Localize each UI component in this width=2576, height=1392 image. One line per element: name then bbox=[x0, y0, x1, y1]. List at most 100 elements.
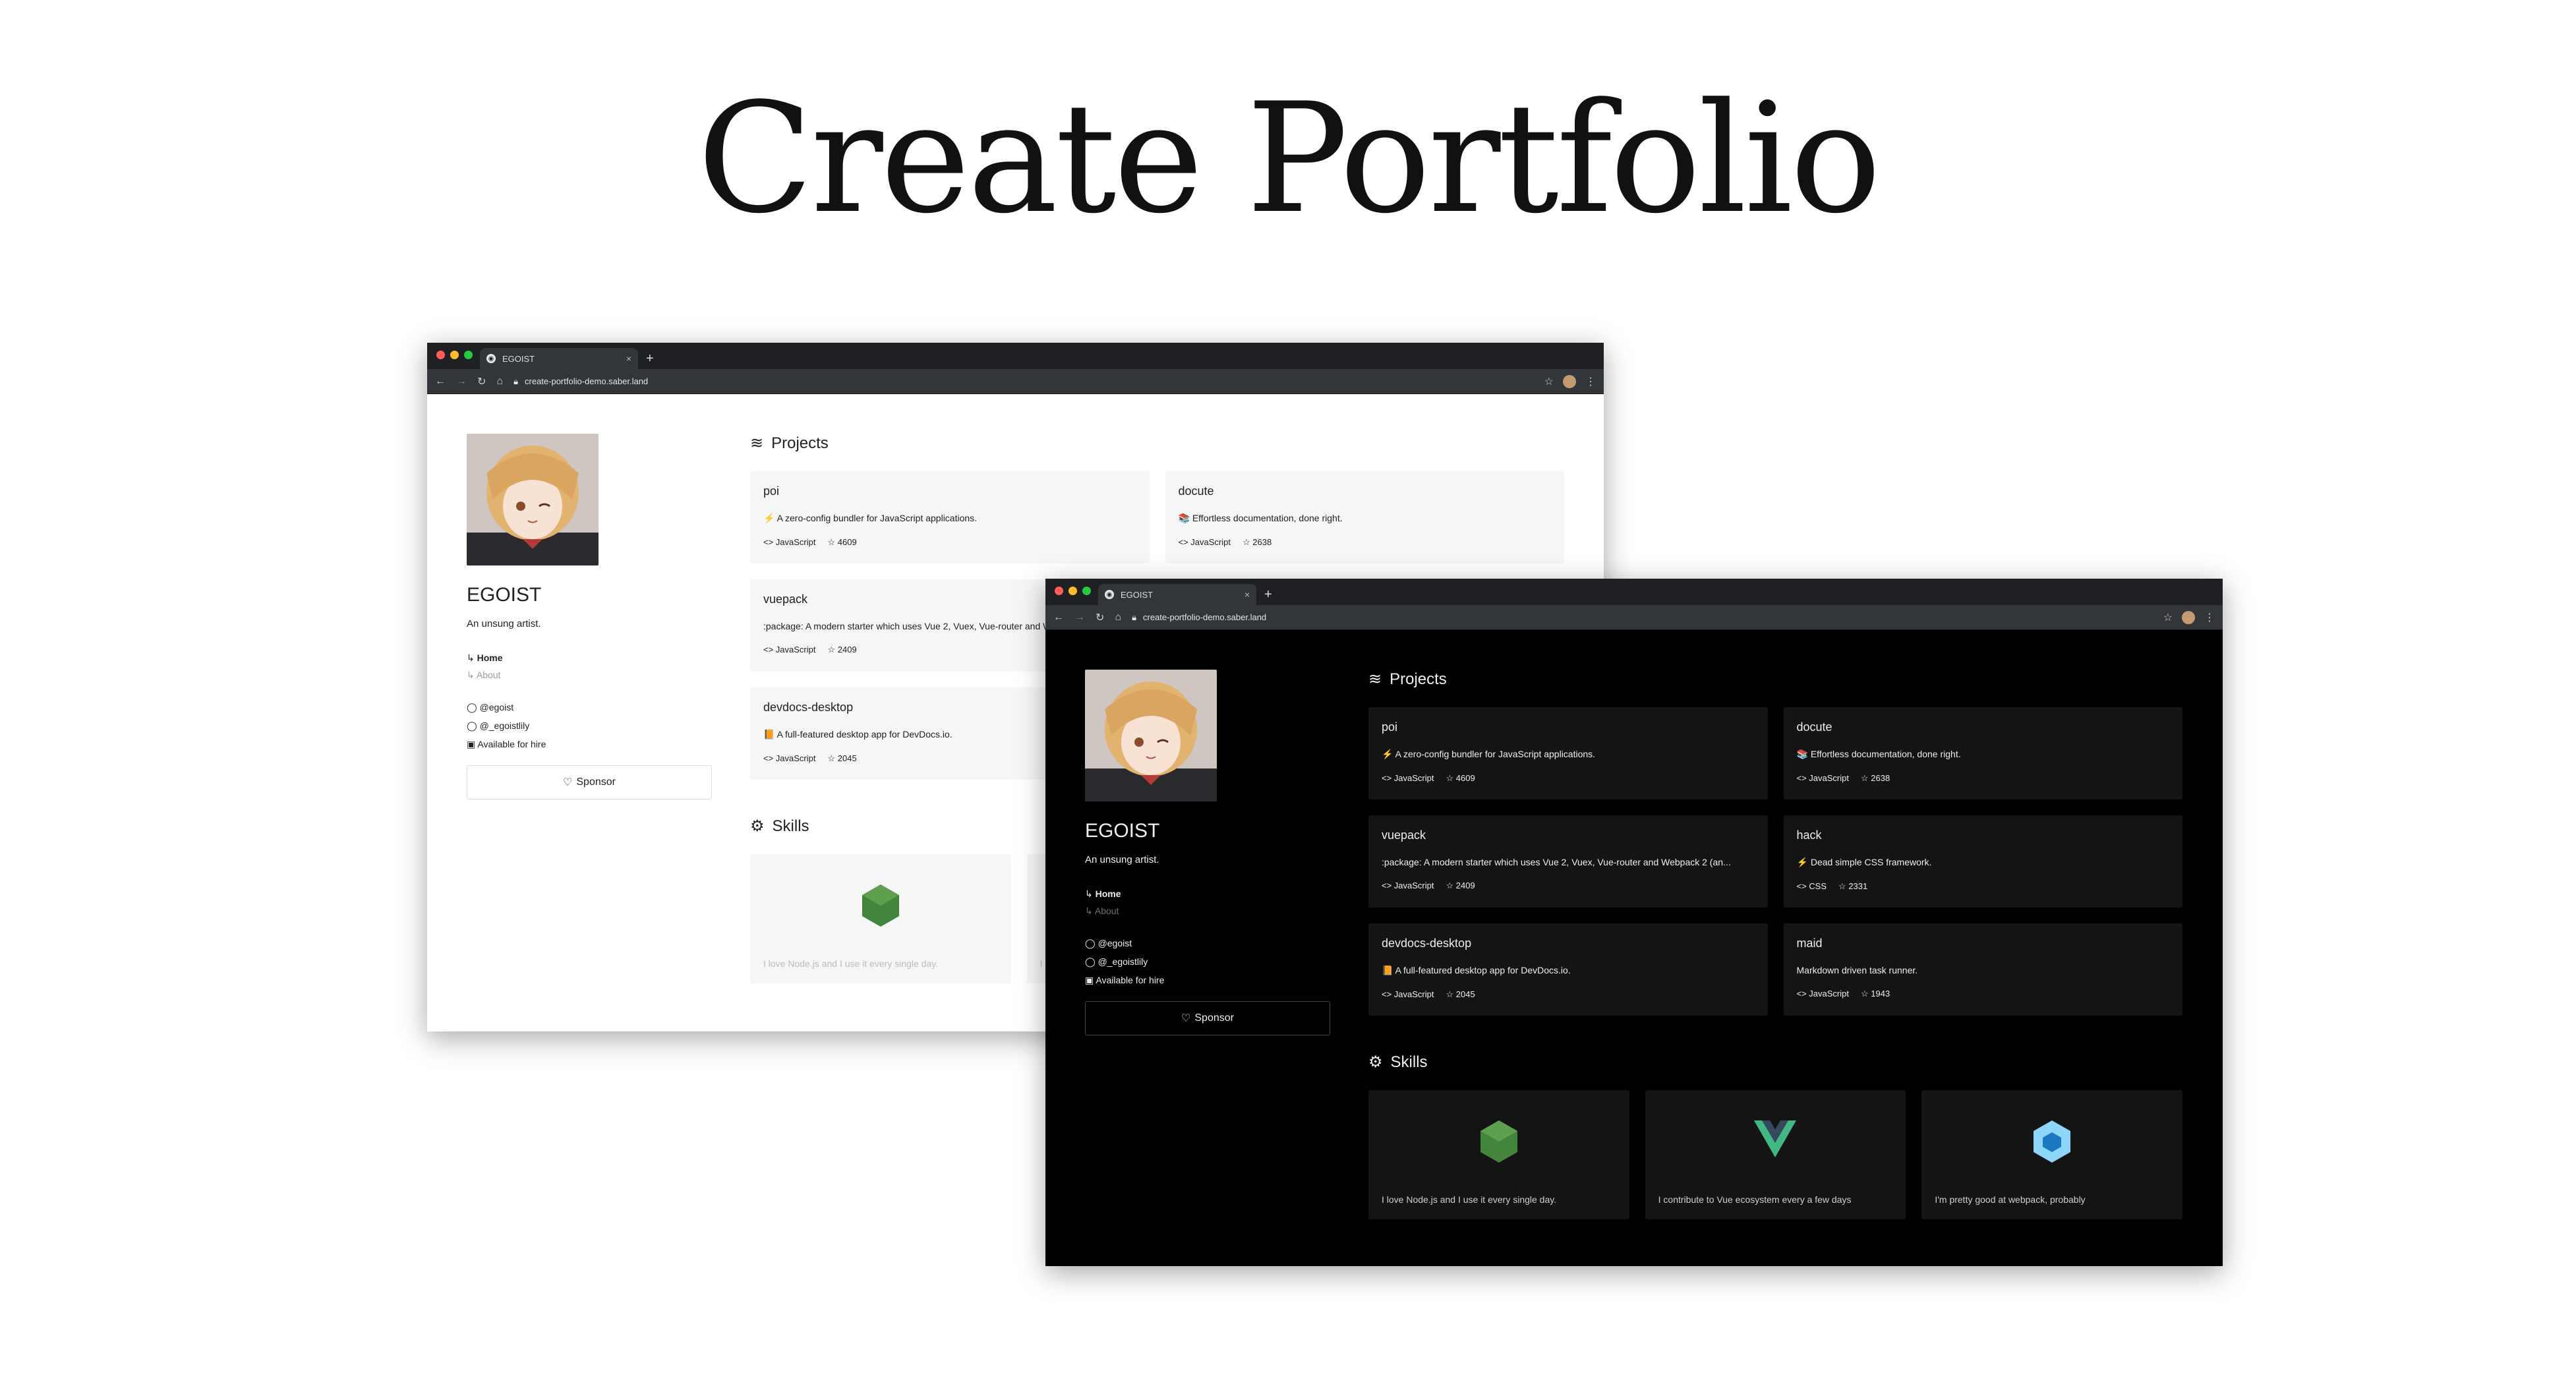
maximize-window-button[interactable] bbox=[1082, 587, 1091, 595]
new-tab-button[interactable]: + bbox=[646, 348, 654, 369]
twitter-link[interactable]: ◯ @_egoistlily bbox=[467, 716, 712, 735]
browser-tab[interactable]: ◉ EGOIST × bbox=[1098, 584, 1256, 605]
skills-title: Skills bbox=[772, 817, 809, 835]
skill-description: I love Node.js and I use it every single… bbox=[1382, 1194, 1557, 1205]
hire-text: Available for hire bbox=[477, 739, 546, 749]
project-emoji: ⚡ bbox=[1382, 749, 1393, 759]
webpack-icon bbox=[2034, 1120, 2071, 1163]
project-language: JavaScript bbox=[775, 645, 816, 654]
home-icon[interactable]: ⌂ bbox=[1115, 612, 1121, 624]
nav-about-link[interactable]: ↳ About bbox=[1085, 902, 1330, 919]
tab-close-icon[interactable]: × bbox=[626, 353, 631, 364]
sponsor-button[interactable]: ♡ Sponsor bbox=[1085, 1001, 1330, 1035]
project-stars: 2409 bbox=[837, 645, 857, 654]
project-meta: <> JavaScript ☆ 1943 bbox=[1797, 989, 2170, 999]
profile-avatar-icon[interactable] bbox=[1563, 374, 1576, 388]
project-description: 📚 Effortless documentation, done right. bbox=[1179, 513, 1552, 524]
project-card[interactable]: hack ⚡ Dead simple CSS framework. <> CSS… bbox=[1783, 815, 2182, 908]
lock-icon: 🔒︎ bbox=[1132, 612, 1136, 622]
project-language: JavaScript bbox=[1190, 537, 1231, 547]
twitter-link[interactable]: ◯ @_egoistlily bbox=[1085, 952, 1330, 971]
project-card[interactable]: poi ⚡ A zero-config bundler for JavaScri… bbox=[750, 471, 1150, 564]
star-icon: ☆ 2638 bbox=[1243, 537, 1272, 547]
back-icon[interactable]: ← bbox=[1053, 612, 1064, 624]
forward-icon[interactable]: → bbox=[1074, 612, 1085, 624]
minimize-window-button[interactable] bbox=[450, 351, 459, 359]
project-stars: 2409 bbox=[1455, 881, 1475, 890]
social-links: ◯ @egoist ◯ @_egoistlily ▣ Available for… bbox=[467, 698, 712, 753]
skills-grid: I love Node.js and I use it every single… bbox=[1368, 1090, 2182, 1219]
briefcase-icon: ▣ bbox=[467, 739, 478, 749]
url-text: create-portfolio-demo.saber.land bbox=[1143, 612, 1267, 622]
project-meta: <> CSS ☆ 2331 bbox=[1797, 881, 2170, 892]
project-description: ⚡ Dead simple CSS framework. bbox=[1797, 857, 2170, 868]
reload-icon[interactable]: ↻ bbox=[1096, 611, 1104, 624]
lock-icon: 🔒︎ bbox=[513, 376, 518, 386]
new-tab-button[interactable]: + bbox=[1264, 584, 1272, 605]
project-meta: <> JavaScript ☆ 4609 bbox=[1382, 773, 1755, 784]
twitter-icon: ◯ bbox=[467, 720, 480, 731]
heart-icon: ♡ bbox=[563, 777, 573, 788]
project-emoji: ⚡ bbox=[1796, 857, 1808, 867]
nav-about-label: About bbox=[1094, 906, 1119, 916]
forward-icon[interactable]: → bbox=[456, 376, 467, 388]
project-description-text: A full-featured desktop app for DevDocs.… bbox=[1395, 965, 1571, 975]
gear-icon: ⚙ bbox=[750, 817, 765, 835]
nodejs-icon bbox=[1480, 1120, 1517, 1163]
back-icon[interactable]: ← bbox=[435, 376, 446, 388]
project-name: poi bbox=[1382, 720, 1398, 734]
project-language: JavaScript bbox=[775, 537, 816, 547]
sponsor-button[interactable]: ♡ Sponsor bbox=[467, 765, 712, 799]
arrow-icon: ↳ bbox=[1085, 888, 1096, 899]
project-card[interactable]: maid Markdown driven task runner. <> Jav… bbox=[1783, 923, 2182, 1016]
nav-home-link[interactable]: ↳ Home bbox=[1085, 885, 1330, 902]
window-controls bbox=[1055, 587, 1091, 595]
browser-tab[interactable]: ◉ EGOIST × bbox=[480, 348, 638, 369]
github-link[interactable]: ◯ @egoist bbox=[467, 698, 712, 716]
bookmark-star-icon[interactable]: ☆ bbox=[1544, 375, 1554, 388]
code-icon: <> JavaScript bbox=[1796, 989, 1850, 999]
maximize-window-button[interactable] bbox=[464, 351, 473, 359]
project-card[interactable]: vuepack :package: A modern starter which… bbox=[1368, 815, 1768, 908]
tab-close-icon[interactable]: × bbox=[1244, 589, 1250, 600]
page-content: EGOIST An unsung artist. ↳ Home ↳ About … bbox=[1045, 630, 2223, 1266]
nav-about-link[interactable]: ↳ About bbox=[467, 666, 712, 683]
project-name: poi bbox=[763, 484, 780, 498]
code-icon: <> JavaScript bbox=[763, 645, 816, 654]
nav-home-label: Home bbox=[477, 652, 503, 663]
url-field[interactable]: 🔒︎ create-portfolio-demo.saber.land bbox=[513, 376, 648, 387]
menu-kebab-icon[interactable]: ⋮ bbox=[1585, 375, 1596, 388]
reload-icon[interactable]: ↻ bbox=[477, 375, 486, 388]
project-meta: <> JavaScript ☆ 2638 bbox=[1179, 537, 1552, 548]
bookmark-star-icon[interactable]: ☆ bbox=[2163, 611, 2173, 624]
minimize-window-button[interactable] bbox=[1068, 587, 1077, 595]
project-card[interactable]: devdocs-desktop 📙 A full-featured deskto… bbox=[1368, 923, 1768, 1016]
project-card[interactable]: docute 📚 Effortless documentation, done … bbox=[1165, 471, 1564, 564]
nav-home-link[interactable]: ↳ Home bbox=[467, 649, 712, 666]
twitter-icon: ◯ bbox=[1085, 956, 1098, 967]
project-name: docute bbox=[1796, 720, 1832, 734]
url-field[interactable]: 🔒︎ create-portfolio-demo.saber.land bbox=[1132, 612, 1266, 623]
code-icon: <> CSS bbox=[1796, 881, 1827, 891]
project-name: maid bbox=[1796, 937, 1823, 950]
profile-avatar-icon[interactable] bbox=[2182, 610, 2195, 624]
project-meta: <> JavaScript ☆ 4609 bbox=[763, 537, 1136, 548]
project-emoji: 📚 bbox=[1178, 513, 1190, 523]
star-icon: ☆ 2409 bbox=[1446, 881, 1475, 890]
star-icon: ☆ 4609 bbox=[827, 537, 857, 547]
tab-bar: ◉ EGOIST × + bbox=[427, 343, 1604, 369]
project-stars: 4609 bbox=[837, 537, 857, 547]
close-window-button[interactable] bbox=[1055, 587, 1063, 595]
project-name: hack bbox=[1796, 828, 1822, 842]
close-window-button[interactable] bbox=[436, 351, 445, 359]
window-controls bbox=[436, 351, 473, 359]
menu-kebab-icon[interactable]: ⋮ bbox=[2204, 611, 2215, 624]
tab-title: EGOIST bbox=[1121, 589, 1154, 600]
project-card[interactable]: poi ⚡ A zero-config bundler for JavaScri… bbox=[1368, 707, 1768, 799]
star-icon: ☆ 4609 bbox=[1446, 773, 1475, 783]
project-language: JavaScript bbox=[1393, 989, 1434, 999]
home-icon[interactable]: ⌂ bbox=[496, 376, 503, 388]
github-link[interactable]: ◯ @egoist bbox=[1085, 934, 1330, 952]
project-card[interactable]: docute 📚 Effortless documentation, done … bbox=[1783, 707, 2182, 799]
arrow-icon: ↳ bbox=[467, 670, 477, 680]
